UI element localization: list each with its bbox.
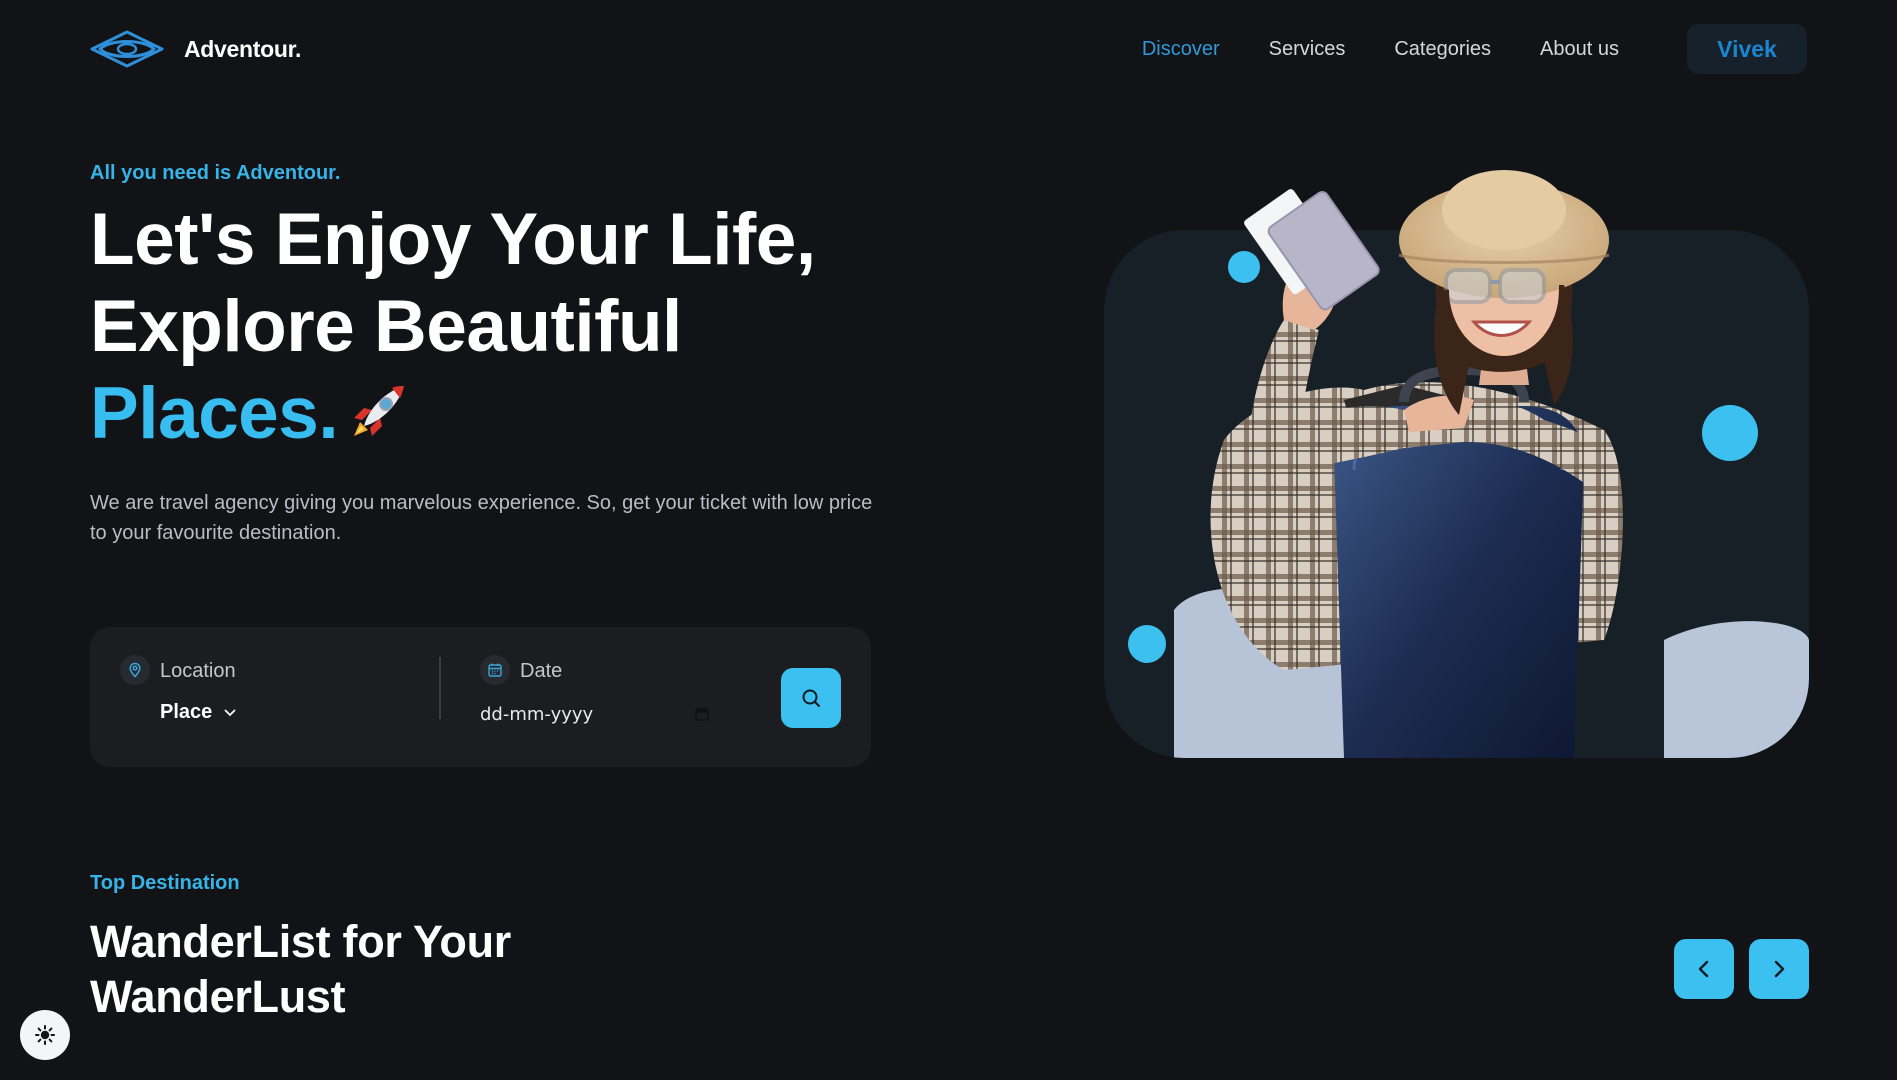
brand-name: Adventour. xyxy=(184,35,302,62)
hero-title: Let's Enjoy Your Life, Explore Beautiful… xyxy=(90,196,910,457)
carousel-prev-button[interactable] xyxy=(1674,939,1734,999)
hero-subtitle: We are travel agency giving you marvelou… xyxy=(90,492,873,544)
theme-toggle-button[interactable] xyxy=(20,1010,70,1060)
calendar-icon xyxy=(480,655,510,685)
eye-logo-icon xyxy=(90,30,164,68)
sun-icon xyxy=(35,1025,55,1045)
nav-item-discover[interactable]: Discover xyxy=(1142,38,1220,61)
search-button[interactable] xyxy=(781,668,841,728)
hero-traveler-illustration xyxy=(1104,170,1809,758)
chevron-down-icon xyxy=(224,709,236,716)
hero-title-line1: Let's Enjoy Your Life, xyxy=(90,199,816,280)
rocket-icon xyxy=(354,386,405,436)
user-account-button[interactable]: Vivek xyxy=(1687,24,1807,74)
nav-links: Discover Services Categories About us xyxy=(1142,38,1619,61)
navbar: Adventour. Discover Services Categories … xyxy=(90,24,1807,74)
chevron-right-icon xyxy=(1774,960,1785,978)
date-label: Date xyxy=(520,660,563,682)
location-label: Location xyxy=(160,660,236,682)
section-title-line2: WanderLust xyxy=(90,971,346,1022)
hero-title-line2: Explore Beautiful xyxy=(90,286,682,367)
field-divider xyxy=(439,657,441,719)
carousel-next-button[interactable] xyxy=(1749,939,1809,999)
location-value: Place xyxy=(160,701,213,723)
date-input[interactable]: dd-mm-yyyy xyxy=(480,701,710,727)
search-panel: Location Place Date dd-mm-yyyy xyxy=(90,627,871,767)
location-select[interactable]: Place xyxy=(160,701,236,724)
hero-title-accent: Places. xyxy=(90,373,339,454)
nav-item-services[interactable]: Services xyxy=(1269,38,1346,61)
nav-item-categories[interactable]: Categories xyxy=(1394,38,1491,61)
search-icon xyxy=(802,689,820,707)
brand-logo[interactable]: Adventour. xyxy=(90,30,301,68)
section-eyebrow: Top Destination xyxy=(90,872,240,894)
chevron-left-icon xyxy=(1698,960,1709,978)
section-title-line1: WanderList for Your xyxy=(90,916,511,967)
date-placeholder: dd-mm-yyyy xyxy=(480,703,594,725)
section-title: WanderList for Your WanderLust xyxy=(90,914,690,1024)
nav-item-about-us[interactable]: About us xyxy=(1540,38,1619,61)
date-picker-icon[interactable] xyxy=(694,706,710,722)
location-pin-icon xyxy=(120,655,150,685)
hero-eyebrow: All you need is Adventour. xyxy=(90,162,341,184)
